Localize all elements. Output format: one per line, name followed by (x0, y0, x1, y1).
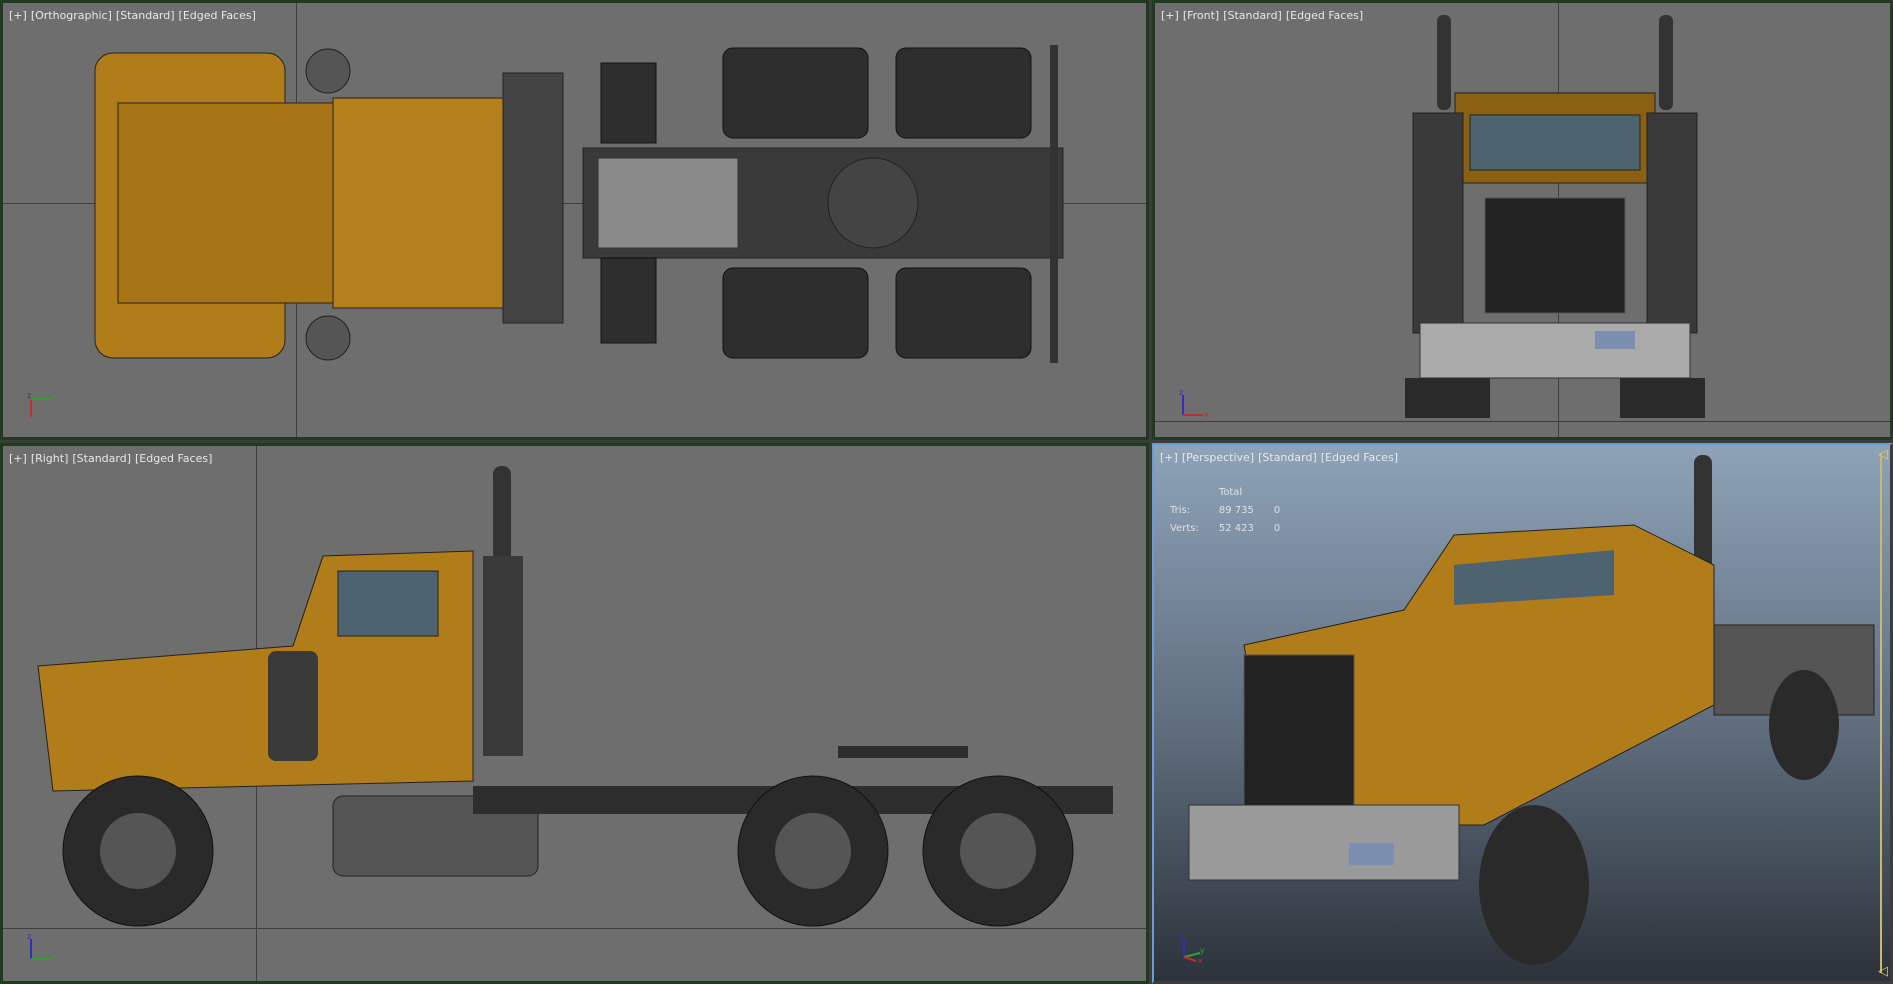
truck-top-view (94, 45, 1064, 363)
svg-text:z: z (1179, 389, 1183, 397)
svg-text:x: x (1198, 956, 1203, 963)
svg-text:z: z (27, 933, 31, 941)
svg-text:y: y (1200, 946, 1205, 955)
stats-row: Tris: 89 735 0 (1170, 505, 1281, 516)
svg-text:y: y (52, 954, 57, 963)
viewport-label[interactable]: [+] [Front] [Standard] [Edged Faces] (1161, 9, 1367, 22)
viewport-front[interactable]: [+] [Front] [Standard] [Edged Faces] zx (1152, 0, 1893, 440)
svg-text:z: z (27, 391, 31, 400)
truck-front-view (1405, 15, 1705, 418)
axis-gizmo-icon: zy (27, 933, 57, 963)
viewport-top[interactable]: [+] [Orthographic] [Standard] [Edged Faces]… (0, 0, 1149, 440)
viewport-right[interactable]: [+] [Right] [Standard] [Edged Faces] zy (0, 443, 1149, 984)
stats-row: Verts: 52 423 0 (1170, 523, 1281, 534)
slider-bottom-handle-icon[interactable]: ◁ (1878, 964, 1888, 979)
axis-gizmo-icon: zx (1179, 389, 1209, 419)
truck-side-view (37, 466, 1113, 927)
viewport-label[interactable]: [+] [Right] [Standard] [Edged Faces] (9, 452, 216, 465)
svg-text:y: y (52, 394, 57, 403)
viewport-label[interactable]: [+] [Orthographic] [Standard] [Edged Faces] (9, 9, 260, 22)
viewport-label[interactable]: [+] [Perspective] [Standard] [Edged Faces] (1160, 451, 1402, 464)
svg-text:z: z (1179, 933, 1183, 941)
svg-text:x: x (1204, 410, 1209, 419)
viewport-perspective[interactable]: [+] [Perspective] [Standard] [Edged Faces] … (1152, 443, 1893, 984)
time-slider[interactable] (1880, 453, 1882, 973)
axis-gizmo-icon: z yx (1179, 933, 1205, 963)
statistics-overlay: Total Tris: 89 735 0 Verts: 52 423 0 (1168, 483, 1300, 539)
axis-gizmo-icon: zy (27, 391, 57, 417)
slider-top-handle-icon[interactable]: ◁ (1878, 447, 1888, 462)
